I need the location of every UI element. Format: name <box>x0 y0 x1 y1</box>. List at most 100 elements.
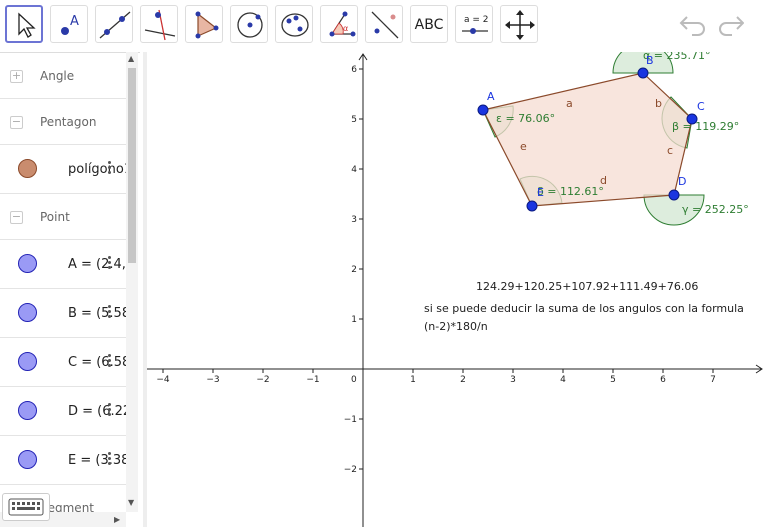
angle-label-epsilon: ε = 76.06° <box>496 112 555 125</box>
x-tick-label: 0 <box>351 375 357 385</box>
algebra-item-point-c[interactable]: C = (6.58 <box>0 338 126 387</box>
scroll-down-icon[interactable]: ▼ <box>128 498 134 507</box>
graphics-canvas[interactable]: −4 −3 −2 −1 0 1 2 3 4 5 6 7654321−1−2 a b c d e α =… <box>147 42 765 527</box>
line-icon <box>99 11 131 39</box>
reflect-icon <box>371 11 399 39</box>
segment-label-a: a <box>566 97 573 110</box>
scroll-right-icon[interactable]: ▶ <box>114 515 120 524</box>
category-label: Point <box>40 210 70 224</box>
visibility-toggle-icon[interactable] <box>18 450 37 469</box>
y-tick-label: 3 <box>351 215 357 225</box>
algebra-scrollbar[interactable]: ▲ ▼ <box>126 52 138 512</box>
collapse-icon[interactable]: − <box>10 116 23 129</box>
visibility-toggle-icon[interactable] <box>18 303 37 322</box>
algebra-view: + Angle − Pentagon polígono1 − Point A =… <box>0 52 140 528</box>
circle-icon <box>237 12 263 38</box>
algebra-item-point-b[interactable]: B = (5.58 <box>0 289 126 338</box>
graphics-view[interactable]: −4 −3 −2 −1 0 1 2 3 4 5 6 7 6 5 4 3 2 1 −1 −2 a b c d e α =… <box>147 42 765 527</box>
polygon-tool-button[interactable] <box>185 5 223 43</box>
y-tick-label: 4 <box>351 165 357 175</box>
x-tick-label: 6 <box>660 375 666 385</box>
point-tool-button[interactable]: A <box>50 5 88 43</box>
y-tick-label: 6 <box>351 65 357 75</box>
point-e[interactable] <box>526 200 538 212</box>
category-point[interactable]: − Point <box>0 194 126 240</box>
segment-label-e: e <box>520 140 527 153</box>
toolbar: A α ABC a = 2 <box>0 0 765 52</box>
x-tick-label: −4 <box>156 375 170 385</box>
point-label-e: E <box>537 186 544 199</box>
algebra-item-point-a[interactable]: A = (2.4, <box>0 240 126 289</box>
redo-icon[interactable] <box>716 12 744 36</box>
x-tick-label: −1 <box>306 375 319 385</box>
more-options-icon[interactable] <box>108 254 112 271</box>
x-tick-label: 2 <box>460 375 466 385</box>
segment-label-b: b <box>655 97 662 110</box>
sum-text[interactable]: 124.29+120.25+107.92+111.49+76.06 <box>476 280 698 293</box>
polygon-icon <box>195 11 219 39</box>
y-tick-label: 5 <box>351 115 357 125</box>
point-d[interactable] <box>668 189 680 201</box>
category-angle[interactable]: + Angle <box>0 53 126 99</box>
visibility-toggle-icon[interactable] <box>18 254 37 273</box>
slider-tool-button[interactable]: a = 2 <box>455 5 493 43</box>
text-tool-label: ABC <box>414 17 444 33</box>
expand-icon[interactable]: + <box>10 70 23 83</box>
angle-tool-label: α <box>343 24 348 33</box>
perpendicular-line-tool-button[interactable] <box>140 5 178 43</box>
segment-label-c: c <box>667 144 673 157</box>
angle-label-delta: δ = 112.61° <box>537 185 604 198</box>
algebra-item-text: polígono1 <box>68 162 126 177</box>
point-a[interactable] <box>477 104 489 116</box>
point-tool-label: A <box>70 14 79 29</box>
keyboard-icon <box>8 498 44 516</box>
point-label-a: A <box>487 90 495 103</box>
category-pentagon[interactable]: − Pentagon <box>0 99 126 145</box>
formula-text-line1[interactable]: si se puede deducir la suma de los angul… <box>424 302 744 315</box>
more-options-icon[interactable] <box>108 159 112 176</box>
x-tick-label: 3 <box>510 375 516 385</box>
circle-tool-button[interactable] <box>230 5 268 43</box>
x-tick-label: −2 <box>256 375 269 385</box>
visibility-toggle-icon[interactable] <box>18 159 37 178</box>
point-c[interactable] <box>686 113 698 125</box>
algebra-item-point-d[interactable]: D = (6.22 <box>0 387 126 436</box>
category-label: Pentagon <box>40 115 97 129</box>
keyboard-button[interactable] <box>2 493 50 521</box>
visibility-toggle-icon[interactable] <box>18 401 37 420</box>
undo-icon[interactable] <box>678 12 706 36</box>
visibility-toggle-icon[interactable] <box>18 352 37 371</box>
text-objects[interactable]: 124.29+120.25+107.92+111.49+76.06 si se … <box>424 280 744 333</box>
angle-label-gamma: γ = 252.25° <box>682 203 749 216</box>
text-tool-button[interactable]: ABC <box>410 5 448 43</box>
point-icon: A <box>61 14 79 35</box>
algebra-item-point-e[interactable]: E = (3.38 <box>0 436 126 485</box>
conic-tool-button[interactable] <box>275 5 313 43</box>
more-options-icon[interactable] <box>108 303 112 320</box>
more-options-icon[interactable] <box>108 401 112 418</box>
algebra-item-text: B = (5.58 <box>68 306 126 321</box>
reflect-tool-button[interactable] <box>365 5 403 43</box>
x-tick-label: 4 <box>560 375 566 385</box>
more-options-icon[interactable] <box>108 352 112 369</box>
more-options-icon[interactable] <box>108 450 112 467</box>
point-b[interactable] <box>637 67 649 79</box>
cursor-arrow-icon <box>18 12 36 38</box>
angle-label-beta: β = 119.29° <box>672 120 739 133</box>
line-tool-button[interactable] <box>95 5 133 43</box>
move-arrows-icon <box>505 10 535 40</box>
point-label-d: D <box>678 175 686 188</box>
y-tick-label: 2 <box>351 265 357 275</box>
algebra-item-text: D = (6.22 <box>68 404 126 419</box>
formula-text-line2[interactable]: (n-2)*180/n <box>424 320 488 333</box>
angle-tool-button[interactable]: α <box>320 5 358 43</box>
algebra-item-text: A = (2.4, <box>68 257 126 272</box>
collapse-icon[interactable]: − <box>10 211 23 224</box>
y-tick-label: −1 <box>344 415 357 425</box>
point-label-b: B <box>646 54 654 67</box>
algebra-item-polygon[interactable]: polígono1 <box>0 145 126 194</box>
scroll-up-icon[interactable]: ▲ <box>128 54 134 63</box>
move-graphics-view-tool-button[interactable] <box>500 5 538 43</box>
move-tool-button[interactable] <box>5 5 43 43</box>
scrollbar-thumb[interactable] <box>128 68 136 263</box>
